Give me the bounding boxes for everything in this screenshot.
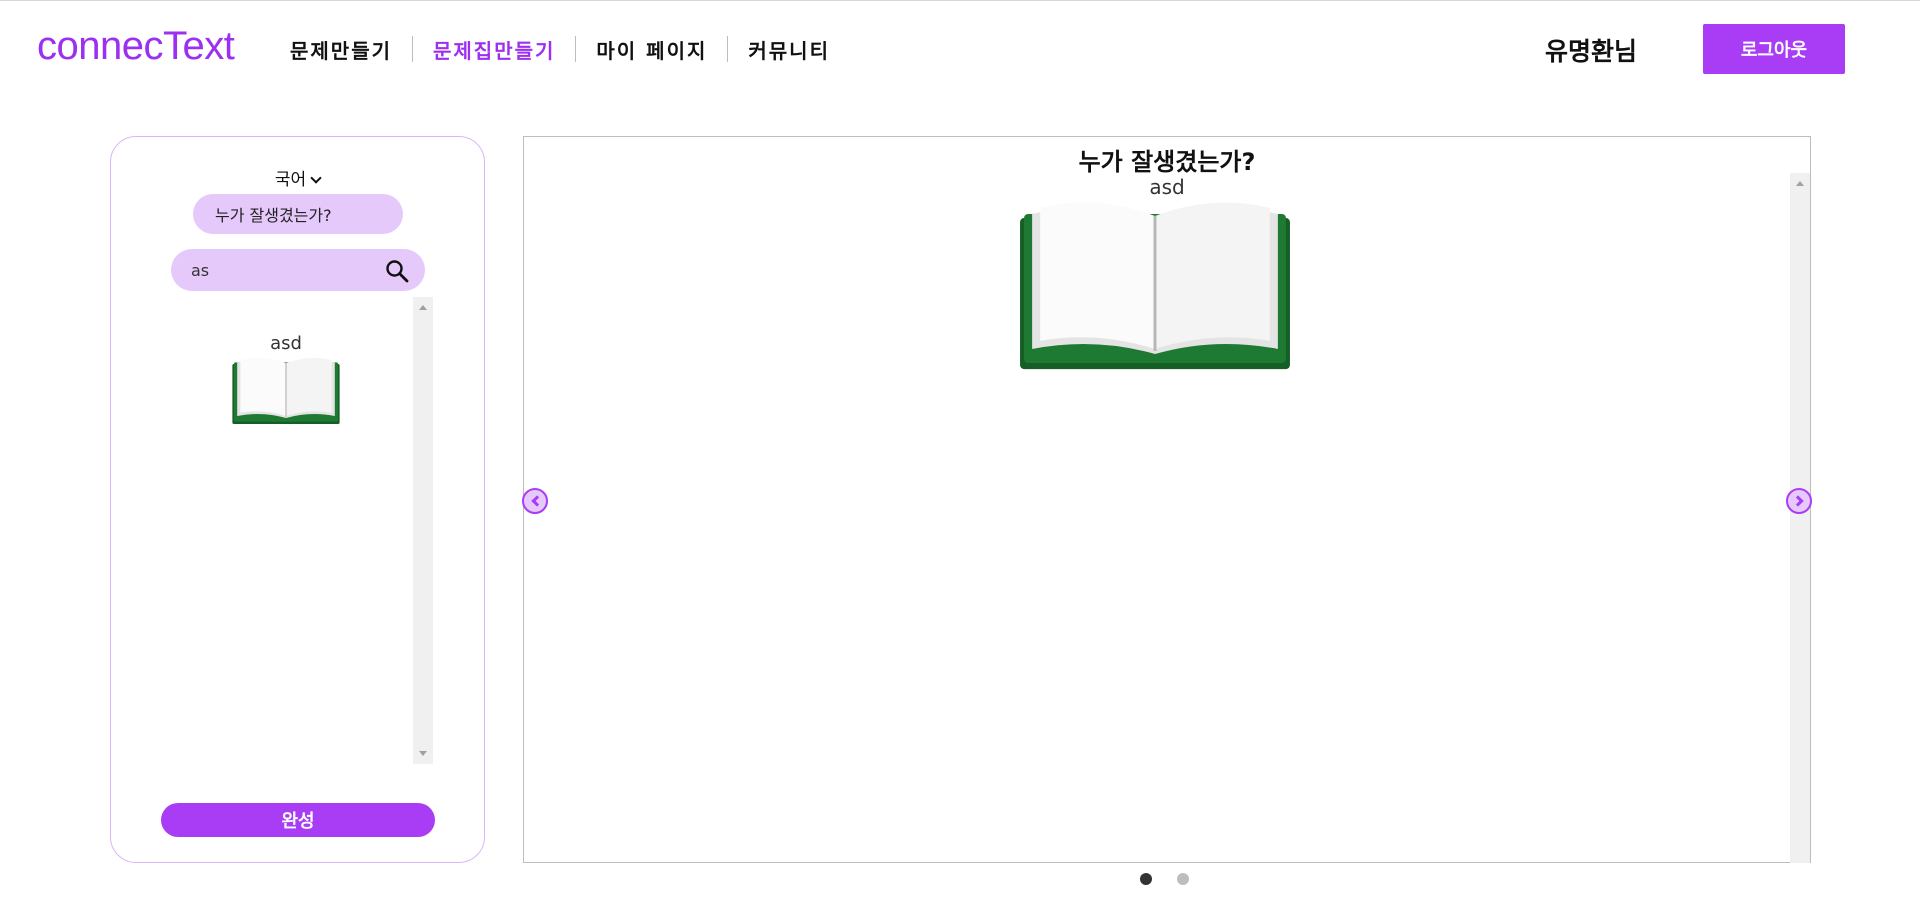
next-page-button[interactable] [1786, 488, 1812, 514]
search-icon[interactable] [385, 259, 409, 283]
workbook-editor-panel: 국어 누가 잘생겼는가? asd 완성 [110, 136, 485, 863]
preview-scrollbar[interactable] [1790, 173, 1810, 863]
page-dot-1[interactable] [1140, 873, 1152, 885]
top-border [0, 0, 1920, 1]
nav-item-my-page[interactable]: 마이 페이지 [576, 35, 727, 64]
search-box [171, 249, 425, 291]
book-icon [1020, 202, 1290, 370]
subject-dropdown[interactable]: 국어 [111, 165, 484, 190]
preview-item-label: asd [1149, 175, 1185, 199]
workbook-title-field[interactable]: 누가 잘생겼는가? [193, 194, 403, 234]
scroll-up-arrow-icon[interactable] [1796, 181, 1804, 186]
nav-item-community[interactable]: 커뮤니티 [728, 35, 850, 64]
subject-label: 국어 [274, 170, 307, 190]
scroll-down-arrow-icon[interactable] [419, 751, 427, 756]
page-indicator [1140, 873, 1189, 885]
list-scrollbar[interactable] [413, 297, 433, 764]
list-item-label: asd [270, 333, 302, 354]
main-nav: 문제만들기 문제집만들기 마이 페이지 커뮤니티 [270, 34, 850, 64]
list-item[interactable]: asd [226, 333, 346, 426]
site-logo[interactable]: connecText [37, 24, 235, 69]
nav-item-make-workbook[interactable]: 문제집만들기 [413, 35, 575, 64]
prev-page-button[interactable] [522, 488, 548, 514]
user-name: 유명환님 [1545, 37, 1638, 66]
preview-title: 누가 잘생겼는가? [1078, 148, 1256, 176]
question-list: asd [171, 297, 433, 764]
book-icon [232, 357, 340, 424]
nav-item-make-question[interactable]: 문제만들기 [270, 35, 412, 64]
complete-button[interactable]: 완성 [161, 803, 435, 837]
chevron-down-icon [310, 172, 322, 184]
logout-button[interactable]: 로그아웃 [1703, 24, 1845, 74]
chevron-left-icon [530, 495, 543, 507]
page-dot-2[interactable] [1177, 873, 1189, 885]
workbook-preview: 누가 잘생겼는가? asd [522, 136, 1812, 863]
scroll-up-arrow-icon[interactable] [419, 305, 427, 310]
chevron-right-icon [1791, 495, 1804, 507]
search-input[interactable] [191, 249, 381, 291]
